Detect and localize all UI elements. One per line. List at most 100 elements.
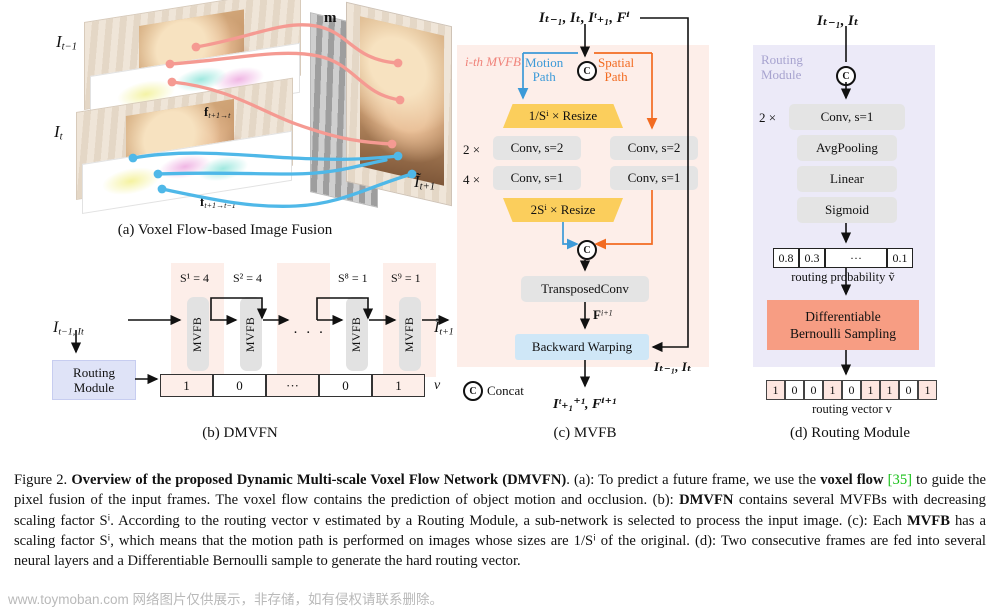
- resize-down-block[interactable]: 1/Sⁱ × Resize: [503, 104, 623, 128]
- multiplier-2x: 2 ×: [463, 142, 481, 157]
- routing-vector-cell-3: ···: [266, 374, 319, 397]
- probability-cell-ellipsis: ···: [825, 248, 887, 268]
- concat-node-routing: C: [836, 66, 856, 86]
- routing-vector-bit-3: 1: [823, 380, 842, 400]
- routing-vector-bit-1: 0: [785, 380, 804, 400]
- label-flow-forward-sub: t+1→t: [208, 111, 231, 120]
- caption-mvfb-bold: MVFB: [906, 512, 950, 529]
- motion-path-line1: Motion: [525, 55, 564, 70]
- concat-legend-icon: C: [463, 381, 483, 401]
- mvfb-block-4[interactable]: MVFB: [399, 297, 421, 371]
- label-frame-cur-sub: t: [59, 131, 63, 143]
- warp-input-label: Iₜ₋₁, Iₜ: [654, 359, 692, 374]
- resize-up-block[interactable]: 2Sⁱ × Resize: [503, 198, 623, 222]
- label-flow-backward: ft+1→t−1: [200, 194, 236, 210]
- probability-cell-1: 0.8: [773, 248, 799, 268]
- avgpooling-block[interactable]: AvgPooling: [797, 135, 897, 161]
- label-flow-forward: ft+1→t: [204, 104, 230, 120]
- routing-vector-cell-5: 1: [372, 374, 425, 397]
- routing-vector-cell-1: 1: [160, 374, 213, 397]
- motion-path-label: Motion Path: [525, 56, 563, 84]
- routing-vector-bit-6: 1: [880, 380, 899, 400]
- mvfb-block-label: MVFB: [243, 316, 258, 352]
- caption-citation[interactable]: [35]: [888, 472, 912, 488]
- subcaption-c: (c) MVFB: [553, 425, 617, 441]
- panel-c-mvfb: Iₜ₋₁, Iₜ, Iᵗ₊₁, Fⁱ i-th MVFB Motion Path…: [455, 4, 715, 424]
- routing-vector-bit-8: 1: [918, 380, 937, 400]
- probability-caption: routing probability ṽ: [791, 270, 895, 284]
- routing-module-title-line1: Routing: [761, 52, 803, 67]
- routing-module-title: Routing Module: [761, 52, 803, 82]
- subcaption-a: (a) Voxel Flow-based Image Fusion: [117, 222, 333, 238]
- routing-vector-bit-4: 0: [842, 380, 861, 400]
- scale-label-2: S² = 4: [233, 271, 263, 285]
- transposed-conv-block[interactable]: TransposedConv: [521, 276, 649, 302]
- routing-module-line2: Module: [73, 380, 115, 395]
- caption-figure-number: Figure 2.: [14, 472, 68, 488]
- probability-cell-last: 0.1: [887, 248, 913, 268]
- label-frame-prev-sub: t−1: [61, 41, 77, 53]
- caption-part-b-prefix: (b):: [652, 492, 680, 509]
- label-output: Ĩt+1: [414, 172, 435, 193]
- caption-dmvfn-bold: DMVFN: [679, 492, 734, 509]
- routing-vector-cell-4: 0: [319, 374, 372, 397]
- subcaption-d: (d) Routing Module: [790, 425, 910, 441]
- panel-d-input-label: Iₜ₋₁, Iₜ: [817, 13, 859, 29]
- flow-output-label: Fi+1: [593, 307, 613, 323]
- panel-b-output-sub: t+1: [439, 326, 454, 338]
- bernoulli-sampling-block[interactable]: Differentiable Bernoulli Sampling: [767, 300, 919, 350]
- mvfb-block-3[interactable]: MVFB: [346, 297, 368, 371]
- caption-part-c-prefix: (c): Each: [847, 512, 907, 529]
- concat-node-top: C: [577, 61, 597, 81]
- routing-conv-block[interactable]: Conv, s=1: [789, 104, 905, 130]
- panel-a-voxel-flow-fusion: It−1 It m Ĩt+1 ft+1→t ft+1→t−1: [14, 0, 454, 219]
- routing-module-line1: Routing: [73, 365, 115, 380]
- motion-path-line2: Path: [532, 69, 556, 84]
- mvfb-block-1[interactable]: MVFB: [187, 297, 209, 371]
- linear-block[interactable]: Linear: [797, 166, 897, 192]
- caption-part-a: (a): To predict a future frame, we use t…: [574, 472, 821, 488]
- label-flow-backward-sub: t+1→t−1: [204, 201, 236, 210]
- concat-legend-label: Concat: [487, 383, 524, 398]
- backward-warping-block[interactable]: Backward Warping: [515, 334, 649, 360]
- label-output-sub: t+1: [419, 181, 435, 193]
- motion-conv-s1[interactable]: Conv, s=1: [493, 166, 581, 190]
- routing-vector-bit-0: 1: [766, 380, 785, 400]
- sigmoid-block[interactable]: Sigmoid: [797, 197, 897, 223]
- mvfb-block-2[interactable]: MVFB: [240, 297, 262, 371]
- scale-label-1: S¹ = 4: [180, 271, 210, 285]
- probability-cell-2: 0.3: [799, 248, 825, 268]
- routing-vector-bit-7: 0: [899, 380, 918, 400]
- routing-vector-name: v: [434, 378, 441, 393]
- watermark-text: www.toymoban.com 网络图片仅供展示，非存储，如有侵权请联系删除。: [8, 592, 444, 607]
- mvfb-block-label: MVFB: [190, 316, 205, 352]
- routing-vector-caption: routing vector v: [812, 402, 892, 416]
- flow-output-base: F: [593, 307, 601, 322]
- mvfb-block-label: MVFB: [349, 316, 364, 352]
- panel-b-input-sub: t−1, I: [58, 326, 81, 338]
- label-mask: m: [324, 10, 337, 26]
- output-face: [360, 16, 444, 186]
- caption-voxel-flow-bold: voxel flow: [820, 472, 884, 488]
- routing-vector-cell-2: 0: [213, 374, 266, 397]
- panel-b-output-label: Ĩt+1: [434, 319, 454, 337]
- panel-b-input-label: It−1, It: [53, 319, 84, 337]
- figure-container: It−1 It m Ĩt+1 ft+1→t ft+1→t−1 (a) Voxel…: [0, 0, 1000, 613]
- multiplier-2x-routing: 2 ×: [759, 110, 777, 125]
- panel-d-routing-module: Iₜ₋₁, Iₜ Routing Module C 2 × Conv, s=1 …: [725, 4, 995, 424]
- routing-module-box[interactable]: Routing Module: [52, 360, 136, 400]
- mvfb-title: i-th MVFB: [465, 54, 521, 69]
- sampling-line1: Differentiable: [805, 309, 881, 324]
- panel-b-dmvfn: S¹ = 4 S² = 4 S⁸ = 1 S⁹ = 1 MVFB MVFB MV…: [10, 255, 454, 425]
- spatial-conv-s2[interactable]: Conv, s=2: [610, 136, 698, 160]
- spatial-conv-s1[interactable]: Conv, s=1: [610, 166, 698, 190]
- scale-label-4: S⁸ = 1: [338, 271, 368, 285]
- concat-node-bottom: C: [577, 240, 597, 260]
- multiplier-4x: 4 ×: [463, 172, 481, 187]
- motion-conv-s2[interactable]: Conv, s=2: [493, 136, 581, 160]
- routing-module-title-line2: Module: [761, 67, 802, 82]
- caption-title: Overview of the proposed Dynamic Multi-s…: [71, 472, 567, 488]
- mvfb-column-bg-3: [277, 263, 330, 377]
- spatial-path-label: Spatial Path: [598, 56, 634, 84]
- panel-c-output-label: Iᵗ₊₁⁺¹, Fⁱ⁺¹: [553, 397, 617, 412]
